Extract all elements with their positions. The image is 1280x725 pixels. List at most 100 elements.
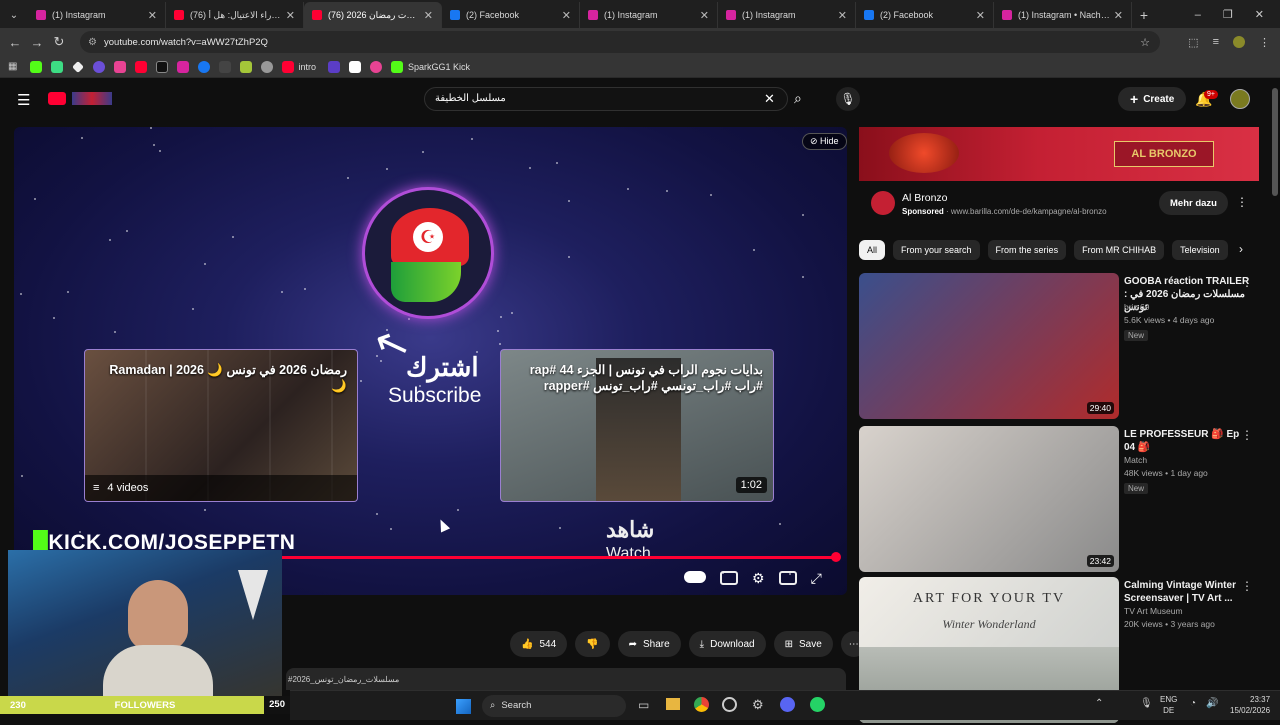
channel-name[interactable]: TV Art Museum <box>1124 605 1183 618</box>
browser-tab[interactable]: (1) Instagram ✕ <box>580 2 718 28</box>
browser-tab[interactable]: (1) Instagram • Nachricht ✕ <box>994 2 1132 28</box>
endscreen-playlist-card[interactable]: رمضان 2026 في تونس 🌙 Ramadan | 2026 🌙 ≡ 4… <box>84 349 358 502</box>
channel-name[interactable]: briz 69 <box>1124 301 1150 314</box>
instagram-bookmark-icon[interactable] <box>176 60 189 73</box>
video-title[interactable]: Calming Vintage Winter Screensaver | TV … <box>1124 579 1252 605</box>
bookmark-icon[interactable] <box>92 60 105 73</box>
media-icon[interactable]: ≡ <box>1213 36 1219 49</box>
chevron-right-icon[interactable]: › <box>1239 242 1243 256</box>
settings-icon[interactable]: ⚙ <box>752 697 764 713</box>
bookmark-icon[interactable] <box>239 60 252 73</box>
youtube-logo[interactable] <box>48 92 66 105</box>
tray-chevron-icon[interactable]: ⌃ <box>1095 698 1103 709</box>
kick-bookmark-icon[interactable] <box>29 60 42 73</box>
language-indicator[interactable]: ENG DE <box>1160 694 1177 716</box>
settings-gear-icon[interactable]: ⚙ <box>752 571 765 585</box>
video-title[interactable]: LE PROFESSEUR 🎒 Ep 04 🎒 <box>1124 428 1252 454</box>
bookmark-icon[interactable] <box>50 60 63 73</box>
captions-icon[interactable] <box>720 571 738 585</box>
whatsapp-icon[interactable] <box>810 697 825 712</box>
bookmark-icon[interactable] <box>349 60 362 73</box>
windows-start-icon[interactable] <box>456 699 471 714</box>
bookmark-icon[interactable] <box>370 60 383 73</box>
facebook-bookmark-icon[interactable] <box>197 60 210 73</box>
hide-endscreen-button[interactable]: ⊘ Hide <box>802 133 847 150</box>
description-hashtag[interactable]: #مسلسلات_رمضان_تونس_2026 <box>288 675 399 684</box>
task-view-icon[interactable]: ▭ <box>638 698 649 712</box>
bookmark-icon[interactable] <box>218 60 231 73</box>
create-button[interactable]: + Create <box>1118 87 1187 111</box>
video-player[interactable]: ⊘ Hide ☪ ↖ اشترك Subscribe رمضان 2026 في… <box>14 127 847 595</box>
dislike-button[interactable]: 👎 <box>575 631 610 657</box>
browser-tab[interactable]: (1) Instagram ✕ <box>718 2 856 28</box>
subscribe-arabic[interactable]: اشترك <box>406 352 479 383</box>
tab-close-icon[interactable]: ✕ <box>424 9 433 22</box>
filter-chip[interactable]: All <box>859 240 886 260</box>
maximize-icon[interactable]: ❐ <box>1223 2 1233 28</box>
tab-close-icon[interactable]: ✕ <box>1114 9 1123 22</box>
kick-bookmark-icon[interactable] <box>391 60 404 73</box>
progress-scrubber[interactable] <box>831 552 841 562</box>
tab-close-icon[interactable]: ✕ <box>148 9 157 22</box>
share-button[interactable]: ➦ Share <box>617 631 681 657</box>
browser-tab[interactable]: (2) Facebook ✕ <box>442 2 580 28</box>
url-field[interactable]: ⚙ youtube.com/watch?v=aWW27tZhP2Q ☆ <box>80 31 1160 53</box>
video-menu-icon[interactable]: ⋮ <box>1241 428 1253 442</box>
fullscreen-icon[interactable]: ⤢ <box>811 571 822 585</box>
tab-close-icon[interactable]: ✕ <box>562 9 571 22</box>
browser-menu-icon[interactable]: ⋮ <box>1259 36 1270 49</box>
site-info-icon[interactable]: ⚙ <box>88 37 97 48</box>
app-icon[interactable] <box>722 697 737 712</box>
tab-search-icon[interactable]: ⌄ <box>0 2 28 28</box>
channel-name[interactable]: Match <box>1124 454 1147 467</box>
ad-brand-name[interactable]: Al Bronzo <box>902 192 948 204</box>
video-thumbnail[interactable]: 29:40 <box>859 273 1119 419</box>
recommended-video[interactable]: 23:42 LE PROFESSEUR 🎒 Ep 04 🎒 ⋮ Match 48K vi… <box>859 426 1263 574</box>
ad-brand-logo[interactable] <box>871 191 895 215</box>
discord-icon[interactable] <box>780 697 795 712</box>
like-button[interactable]: 👍 544 <box>510 631 568 657</box>
video-menu-icon[interactable]: ⋮ <box>1241 275 1253 289</box>
reload-icon[interactable]: ↻ <box>48 34 70 50</box>
save-button[interactable]: ⊞ Save <box>773 631 833 657</box>
youtube-bookmark-icon[interactable] <box>134 60 147 73</box>
profile-avatar[interactable] <box>1233 35 1245 48</box>
account-avatar[interactable] <box>1230 89 1250 109</box>
youtube-doodle-logo[interactable] <box>72 92 112 105</box>
bookmark-icon[interactable] <box>72 60 84 73</box>
extensions-icon[interactable]: ⬚ <box>1188 36 1198 49</box>
watch-arabic[interactable]: شاهد <box>606 517 654 543</box>
back-icon[interactable]: ← <box>4 35 26 50</box>
bookmark-icon[interactable] <box>260 60 273 73</box>
autoplay-toggle[interactable] <box>684 571 706 583</box>
forward-icon[interactable]: → <box>26 35 48 50</box>
browser-tab[interactable]: (2) Facebook ✕ <box>856 2 994 28</box>
description-box[interactable]: #مسلسلات_رمضان_تونس_2026 <box>286 668 846 690</box>
bookmark-intro[interactable]: intro <box>298 62 316 72</box>
volume-icon[interactable]: 🔊 <box>1206 698 1218 709</box>
subscribe-label[interactable]: Subscribe <box>388 384 481 408</box>
browser-tab[interactable]: من وراء الاعتيال: هل أ (76) ✕ <box>166 2 304 28</box>
minimize-icon[interactable]: – <box>1195 2 1201 28</box>
wifi-icon[interactable]: ◔ <box>1190 698 1196 709</box>
bookmark-icon[interactable] <box>328 60 341 73</box>
search-input[interactable]: مسلسل الخطيفة <box>424 87 788 111</box>
watch-label[interactable]: Watch <box>606 545 651 563</box>
filter-chip[interactable]: Television <box>1172 240 1228 260</box>
ad-cta-button[interactable]: Mehr dazu <box>1159 191 1228 215</box>
voice-search-icon[interactable]: 🎙 <box>836 87 860 111</box>
microphone-icon[interactable]: 🎙 <box>1140 698 1153 709</box>
youtube-bookmark-icon[interactable] <box>281 60 294 73</box>
filter-chip[interactable]: From MR CHIHAB <box>1074 240 1165 260</box>
hamburger-menu-icon[interactable]: ☰ <box>17 91 30 109</box>
tab-close-icon[interactable]: ✕ <box>838 9 847 22</box>
miniplayer-icon[interactable] <box>778 571 797 585</box>
filter-chip[interactable]: From the series <box>987 240 1067 260</box>
browser-tab[interactable]: مسلسلات رمضان 2026 (76) ✕ <box>304 2 442 28</box>
page-scrollbar[interactable] <box>1272 88 1278 196</box>
clear-search-icon[interactable]: ✕ <box>764 91 775 107</box>
video-thumbnail[interactable]: 23:42 <box>859 426 1119 572</box>
search-icon[interactable]: ⌕ <box>794 90 802 107</box>
filter-chip[interactable]: From your search <box>893 240 980 260</box>
video-menu-icon[interactable]: ⋮ <box>1241 579 1253 593</box>
